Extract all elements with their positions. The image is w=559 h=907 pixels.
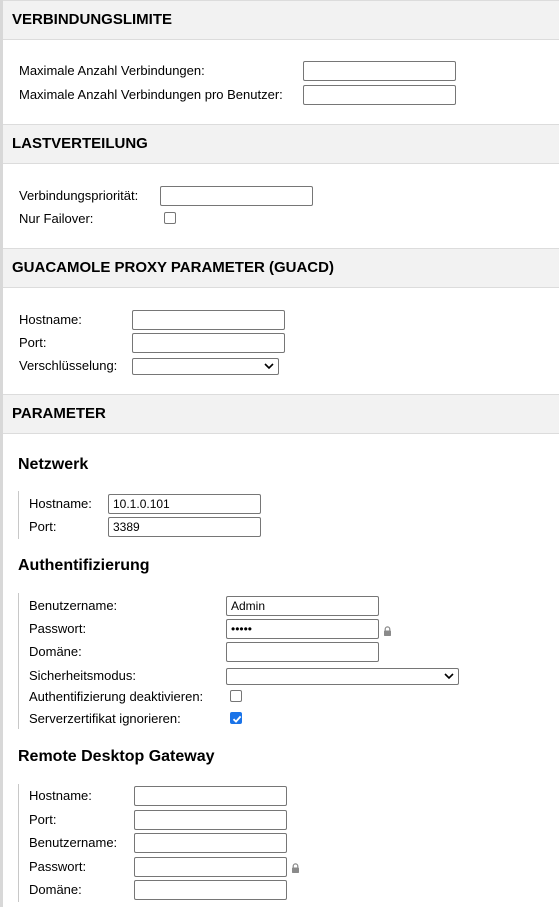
network-group-line (18, 491, 19, 539)
gateway-port-label: Port: (29, 812, 57, 827)
gateway-password-input[interactable] (134, 857, 287, 877)
auth-group-line (18, 593, 19, 729)
auth-domain-input[interactable] (226, 642, 379, 662)
failover-only-label: Nur Failover: (19, 211, 94, 226)
max-connections-input[interactable] (303, 61, 456, 81)
gateway-subheading: Remote Desktop Gateway (18, 748, 215, 765)
security-mode-label: Sicherheitsmodus: (29, 668, 136, 683)
max-connections-per-user-label: Maximale Anzahl Verbindungen pro Benutze… (19, 87, 283, 102)
chevron-down-icon (444, 673, 454, 680)
guacd-hostname-input[interactable] (132, 310, 285, 330)
network-port-label: Port: (29, 519, 57, 534)
gateway-domain-label: Domäne: (29, 882, 82, 897)
chevron-down-icon (264, 363, 274, 370)
guacd-hostname-label: Hostname: (19, 312, 82, 327)
network-hostname-label: Hostname: (29, 496, 92, 511)
disable-auth-label: Authentifizierung deaktivieren: (29, 689, 204, 704)
gateway-group-line (18, 784, 19, 902)
section-header-guacd: GUACAMOLE PROXY PARAMETER (GUACD) (3, 248, 559, 288)
disable-auth-checkbox[interactable] (230, 690, 242, 702)
guacd-port-label: Port: (19, 335, 47, 350)
auth-username-input[interactable]: Admin (226, 596, 379, 616)
lock-icon[interactable] (291, 863, 300, 873)
gateway-domain-input[interactable] (134, 880, 287, 900)
ignore-cert-label: Serverzertifikat ignorieren: (29, 711, 181, 726)
max-connections-label: Maximale Anzahl Verbindungen: (19, 63, 205, 78)
connection-priority-label: Verbindungspriorität: (19, 188, 139, 203)
section-header-load-balancing: LASTVERTEILUNG (3, 124, 559, 164)
guacd-encryption-select[interactable] (132, 358, 279, 375)
section-header-connection-limits: VERBINDUNGSLIMITE (3, 0, 559, 40)
section-header-parameters: PARAMETER (3, 394, 559, 434)
gateway-hostname-label: Hostname: (29, 788, 92, 803)
max-connections-per-user-input[interactable] (303, 85, 456, 105)
gateway-username-label: Benutzername: (29, 835, 118, 850)
auth-password-label: Passwort: (29, 621, 87, 636)
guacd-port-input[interactable] (132, 333, 285, 353)
ignore-cert-checkbox[interactable] (230, 712, 242, 724)
auth-subheading: Authentifizierung (18, 557, 150, 574)
guacd-encryption-label: Verschlüsselung: (19, 358, 118, 373)
auth-domain-label: Domäne: (29, 644, 82, 659)
gateway-username-input[interactable] (134, 833, 287, 853)
gateway-password-label: Passwort: (29, 859, 87, 874)
network-hostname-input[interactable]: 10.1.0.101 (108, 494, 261, 514)
network-port-input[interactable]: 3389 (108, 517, 261, 537)
auth-username-label: Benutzername: (29, 598, 118, 613)
auth-password-input[interactable]: ••••• (226, 619, 379, 639)
security-mode-select[interactable] (226, 668, 459, 685)
failover-only-checkbox[interactable] (164, 212, 176, 224)
gateway-port-input[interactable] (134, 810, 287, 830)
network-subheading: Netzwerk (18, 456, 89, 473)
lock-icon[interactable] (383, 626, 392, 636)
checkmark-icon (232, 715, 242, 723)
connection-priority-input[interactable] (160, 186, 313, 206)
gateway-hostname-input[interactable] (134, 786, 287, 806)
